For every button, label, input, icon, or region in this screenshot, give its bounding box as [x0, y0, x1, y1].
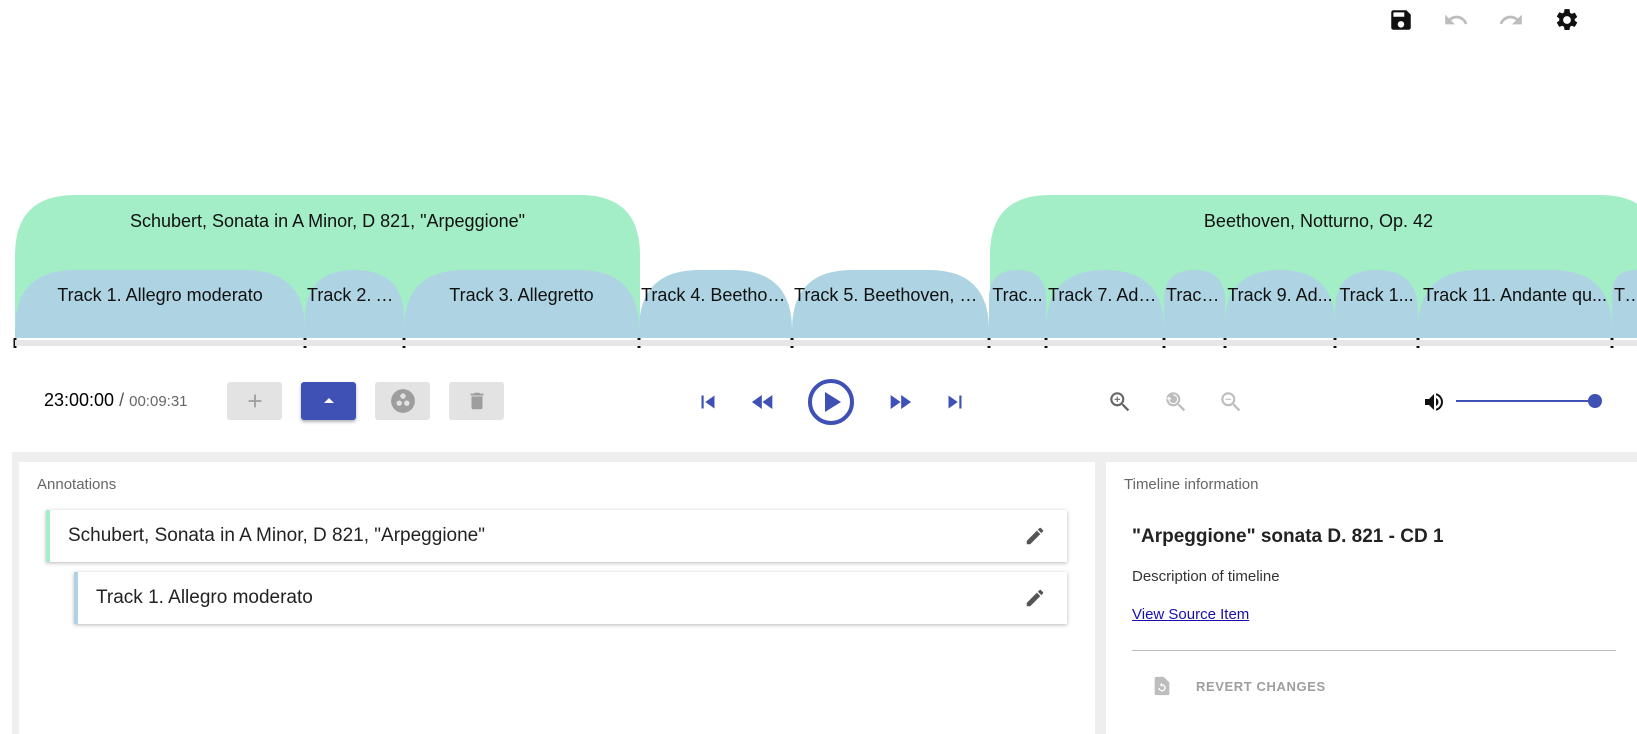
track-label[interactable]: Tr...	[1614, 284, 1635, 306]
zoom-reset-button[interactable]	[1162, 388, 1190, 416]
zoom-out-icon	[1221, 392, 1241, 412]
volume-icon	[1425, 393, 1443, 411]
timeline-description: Description of timeline	[1132, 568, 1280, 585]
pencil-icon	[1026, 527, 1044, 545]
timeline-info-panel: Timeline information "Arpeggione" sonata…	[1106, 462, 1637, 734]
revert-changes-button[interactable]: REVERT CHANGES	[1150, 674, 1326, 698]
revert-changes-label: REVERT CHANGES	[1196, 678, 1326, 694]
timeline-axis[interactable]	[15, 340, 1637, 346]
timeline-waveform: Schubert, Sonata in A Minor, D 821, "Arp…	[0, 190, 1637, 350]
timeline-info-title: Timeline information	[1124, 476, 1259, 493]
volume-button[interactable]	[1420, 388, 1448, 416]
annotation-color-stripe	[74, 572, 78, 624]
track-label[interactable]: Track 9. Ad...	[1227, 284, 1333, 306]
circles-icon	[390, 389, 415, 413]
track-label[interactable]: Track 1. Allegro moderato	[17, 284, 303, 306]
group-label[interactable]: Schubert, Sonata in A Minor, D 821, "Arp…	[15, 210, 640, 232]
annotation-label: Schubert, Sonata in A Minor, D 821, "Arp…	[68, 525, 485, 546]
caret-up-icon	[323, 398, 334, 403]
annotation-item-group[interactable]: Schubert, Sonata in A Minor, D 821, "Arp…	[46, 510, 1067, 562]
skip-previous-icon	[701, 395, 715, 409]
player-controls: 23:00:00 / 00:09:31	[0, 370, 1637, 432]
track-label[interactable]: Track 1...	[1337, 284, 1416, 306]
zoom-out-button[interactable]	[1217, 388, 1245, 416]
track-label[interactable]: Track 4. Beethov...	[641, 284, 790, 306]
collapse-button[interactable]	[301, 382, 356, 420]
play-button[interactable]	[804, 375, 858, 429]
rewind-icon	[751, 395, 773, 409]
skip-next-icon	[948, 395, 962, 409]
save-icon[interactable]	[1385, 4, 1417, 36]
zoom-reset-icon	[1166, 392, 1186, 412]
volume-slider-handle[interactable]	[1588, 394, 1602, 408]
track-label[interactable]: Track...	[1166, 284, 1223, 306]
skip-previous-button[interactable]	[694, 388, 722, 416]
group-button[interactable]	[375, 382, 430, 420]
view-source-link[interactable]: View Source Item	[1132, 606, 1249, 623]
annotations-panel: Annotations Schubert, Sonata in A Minor,…	[19, 462, 1095, 734]
revert-icon	[1150, 674, 1174, 698]
track-label[interactable]: Trac...	[991, 284, 1044, 306]
time-display: 23:00:00 / 00:09:31	[44, 390, 188, 411]
track-label[interactable]: Track 7. Ada...	[1048, 284, 1162, 306]
track-label[interactable]: Track 5. Beethoven, R...	[794, 284, 987, 306]
fast-forward-button[interactable]	[885, 388, 915, 416]
edit-annotation-button[interactable]	[1015, 578, 1055, 618]
divider	[1132, 650, 1616, 651]
group-label[interactable]: Beethoven, Notturno, Op. 42	[990, 210, 1637, 232]
plus-icon	[248, 394, 261, 408]
skip-next-button[interactable]	[941, 388, 969, 416]
play-circle-icon	[808, 379, 854, 425]
gear-icon[interactable]	[1551, 4, 1583, 36]
total-time: 00:09:31	[129, 393, 188, 410]
zoom-in-icon	[1110, 392, 1130, 412]
undo-icon[interactable]	[1440, 4, 1472, 36]
annotations-title: Annotations	[37, 476, 117, 493]
time-separator: /	[119, 390, 125, 410]
annotation-color-stripe	[46, 510, 50, 562]
timeline-name: "Arpeggione" sonata D. 821 - CD 1	[1132, 526, 1444, 547]
delete-button[interactable]	[449, 382, 504, 420]
zoom-in-button[interactable]	[1106, 388, 1134, 416]
current-time: 23:00:00	[44, 390, 115, 410]
annotation-item-track[interactable]: Track 1. Allegro moderato	[74, 572, 1067, 624]
track-label[interactable]: Track 3. Allegretto	[406, 284, 637, 306]
rewind-button[interactable]	[748, 388, 778, 416]
annotation-label: Track 1. Allegro moderato	[96, 587, 313, 608]
track-label[interactable]: Track 11. Andante qu...	[1420, 284, 1610, 306]
volume-slider-track[interactable]	[1456, 400, 1596, 402]
fast-forward-icon	[890, 395, 912, 409]
add-annotation-button[interactable]	[227, 382, 282, 420]
trash-icon	[470, 392, 483, 410]
redo-icon[interactable]	[1495, 4, 1527, 36]
edit-annotation-button[interactable]	[1015, 516, 1055, 556]
pencil-icon	[1026, 589, 1044, 607]
track-label[interactable]: Track 2. A...	[307, 284, 402, 306]
